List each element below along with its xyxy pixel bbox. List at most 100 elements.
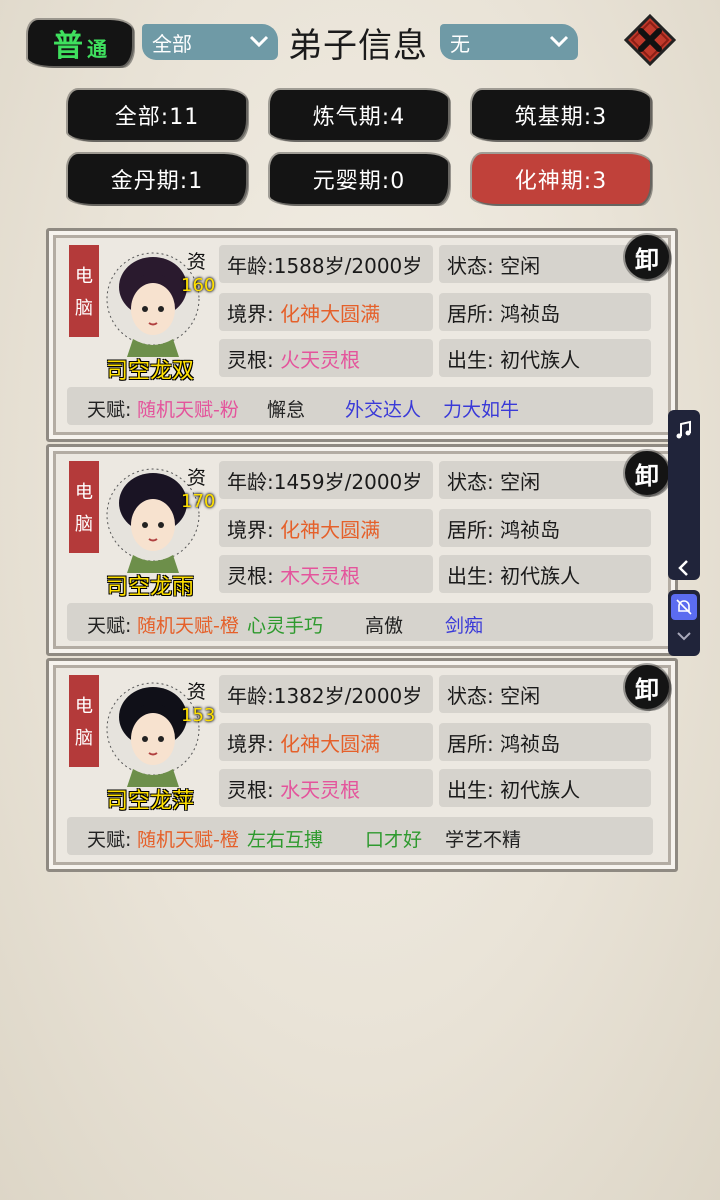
aptitude-value: 170	[181, 491, 216, 512]
tab-label: 元婴期:0	[312, 169, 406, 194]
mode-toggle-button[interactable]: 普 通	[28, 20, 132, 66]
chevron-down-icon[interactable]	[676, 630, 692, 642]
spirit-root-field: 灵根: 水天灵根	[219, 769, 433, 807]
aptitude-label: 资	[187, 251, 207, 273]
mode-label-main: 普	[53, 29, 83, 64]
residence-value: 居所: 鸿祯岛	[447, 301, 561, 326]
controller-type-badge: 电 脑	[69, 675, 99, 767]
spirit-root-label: 灵根:	[227, 777, 274, 802]
bell-off-icon	[676, 599, 692, 615]
dismiss-label: 卸	[635, 675, 659, 704]
talent-bar: 天赋: 随机天赋-粉 懈怠 外交达人 力大如牛	[67, 387, 653, 425]
mode-label-sub: 通	[87, 36, 107, 61]
controller-type-line1: 电	[75, 266, 93, 287]
notification-button[interactable]	[671, 594, 697, 620]
birth-value: 出生: 初代族人	[447, 563, 581, 588]
realm-label: 境界:	[227, 517, 274, 542]
tab-label: 筑基期:3	[514, 105, 608, 130]
tab-label: 金丹期:1	[110, 169, 204, 194]
disciple-card[interactable]: 电 脑 资 160 司空龙双 年龄:1588岁/2000岁 状态: 空闲 境界:…	[46, 228, 678, 442]
tab-label: 炼气期:4	[312, 105, 406, 130]
filter-select[interactable]: 全部	[142, 24, 278, 60]
disciple-name: 司空龙萍	[105, 789, 194, 814]
talent-item: 随机天赋-橙	[137, 829, 239, 851]
controller-type-line1: 电	[75, 696, 93, 717]
floating-toolbar-bottom	[668, 590, 700, 656]
talent-item: 心灵手巧	[247, 615, 324, 637]
talent-item: 懈怠	[267, 399, 306, 421]
aptitude-label: 资	[187, 467, 207, 489]
close-icon[interactable]	[624, 14, 676, 66]
age-value: 年龄:1459岁/2000岁	[227, 469, 423, 494]
music-note-icon[interactable]	[672, 418, 696, 442]
age-value: 年龄:1588岁/2000岁	[227, 253, 423, 278]
realm-value: 化神大圆满	[280, 731, 381, 756]
controller-type-badge: 电 脑	[69, 461, 99, 553]
talent-bar: 天赋: 随机天赋-橙 左右互搏 口才好 学艺不精	[67, 817, 653, 855]
realm-value: 化神大圆满	[280, 517, 381, 542]
floating-toolbar	[668, 410, 700, 580]
tab-lianqi[interactable]: 炼气期:4	[270, 90, 448, 140]
page-title: 弟子信息	[288, 26, 428, 66]
residence-value: 居所: 鸿祯岛	[447, 731, 561, 756]
tab-all[interactable]: 全部:11	[68, 90, 246, 140]
spirit-root-label: 灵根:	[227, 563, 274, 588]
spirit-root-label: 灵根:	[227, 347, 274, 372]
controller-type-line1: 电	[75, 482, 93, 503]
spirit-root-field: 灵根: 木天灵根	[219, 555, 433, 593]
talent-item: 左右互搏	[247, 829, 324, 851]
dismiss-button[interactable]: 卸	[625, 665, 669, 709]
residence-value: 居所: 鸿祯岛	[447, 517, 561, 542]
disciple-card[interactable]: 电 脑 资 170 司空龙雨 年龄:1459岁/2000岁 状态: 空闲 境界:…	[46, 444, 678, 656]
age-field: 年龄:1588岁/2000岁	[219, 245, 433, 283]
talent-bar: 天赋: 随机天赋-橙 心灵手巧 高傲 剑痴	[67, 603, 653, 641]
tab-label: 化神期:3	[514, 169, 608, 194]
controller-type-line2: 脑	[75, 728, 93, 749]
residence-field: 居所: 鸿祯岛	[439, 509, 651, 547]
dismiss-button[interactable]: 卸	[625, 451, 669, 495]
spirit-root-value: 木天灵根	[280, 563, 361, 588]
dismiss-label: 卸	[635, 461, 659, 490]
chevron-left-icon[interactable]	[672, 556, 696, 580]
status-value: 状态: 空闲	[447, 469, 541, 494]
disciple-name: 司空龙雨	[105, 575, 194, 600]
chevron-down-icon	[549, 35, 569, 48]
sort-select-value: 无	[450, 31, 470, 56]
talent-item: 外交达人	[345, 399, 422, 421]
realm-label: 境界:	[227, 301, 274, 326]
tab-yuanying[interactable]: 元婴期:0	[270, 154, 448, 204]
disciple-portrait: 电 脑 资 153 司空龙萍	[69, 671, 219, 841]
birth-value: 出生: 初代族人	[447, 347, 581, 372]
birth-field: 出生: 初代族人	[439, 339, 651, 377]
tab-huashen[interactable]: 化神期:3	[472, 154, 650, 204]
realm-value: 化神大圆满	[280, 301, 381, 326]
realm-field: 境界: 化神大圆满	[219, 723, 433, 761]
status-field: 状态: 空闲	[439, 245, 651, 283]
disciple-portrait: 电 脑 资 160 司空龙双	[69, 241, 219, 411]
tab-label: 全部:11	[114, 105, 200, 130]
tab-jindan[interactable]: 金丹期:1	[68, 154, 246, 204]
controller-type-badge: 电 脑	[69, 245, 99, 337]
chevron-down-icon	[249, 35, 269, 48]
realm-field: 境界: 化神大圆满	[219, 509, 433, 547]
aptitude-label: 资	[187, 681, 207, 703]
talent-label: 天赋:	[87, 829, 132, 851]
age-field: 年龄:1382岁/2000岁	[219, 675, 433, 713]
aptitude-value: 153	[181, 705, 216, 726]
dismiss-label: 卸	[635, 245, 659, 274]
birth-field: 出生: 初代族人	[439, 555, 651, 593]
dismiss-button[interactable]: 卸	[625, 235, 669, 279]
age-field: 年龄:1459岁/2000岁	[219, 461, 433, 499]
disciple-name: 司空龙双	[105, 359, 194, 384]
tab-zhuji[interactable]: 筑基期:3	[472, 90, 650, 140]
talent-label: 天赋:	[87, 615, 132, 637]
realm-label: 境界:	[227, 731, 274, 756]
status-field: 状态: 空闲	[439, 461, 651, 499]
sort-select[interactable]: 无	[440, 24, 578, 60]
talent-item: 学艺不精	[445, 829, 522, 851]
disciple-card[interactable]: 电 脑 资 153 司空龙萍 年龄:1382岁/2000岁 状态: 空闲 境界:…	[46, 658, 678, 872]
residence-field: 居所: 鸿祯岛	[439, 723, 651, 761]
controller-type-line2: 脑	[75, 298, 93, 319]
talent-item: 口才好	[365, 829, 423, 851]
filter-select-value: 全部	[152, 31, 192, 56]
